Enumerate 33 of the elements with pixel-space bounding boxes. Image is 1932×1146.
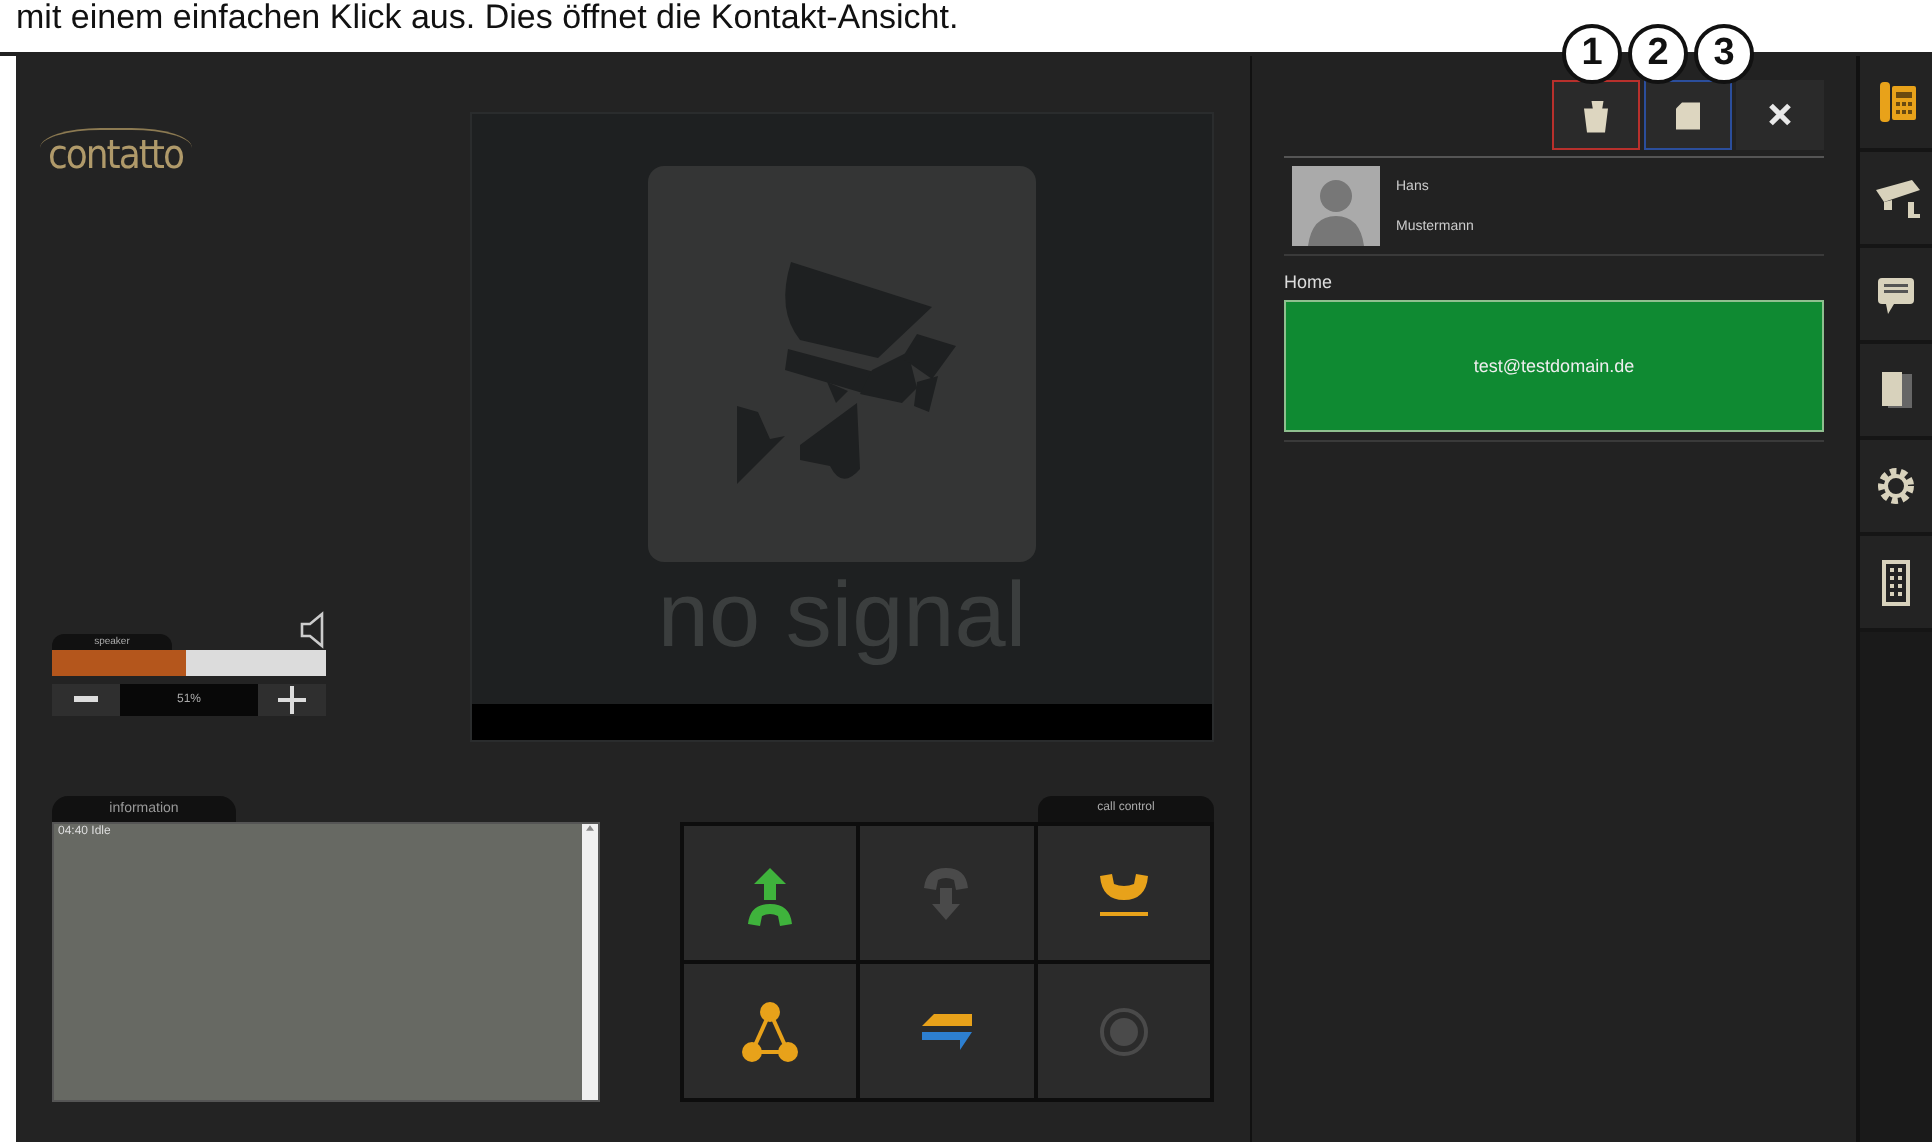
section-label: Home bbox=[1284, 272, 1335, 292]
scroll-up-icon bbox=[586, 824, 594, 832]
speaker-icon bbox=[298, 610, 326, 650]
triangle-nodes-button[interactable] bbox=[684, 964, 857, 1098]
speech-bubble-tab[interactable] bbox=[1860, 248, 1932, 344]
caption-text: mit einem einfachen Klick aus. Dies öffnet die Kontakt-Ansicht. bbox=[16, 0, 959, 36]
phone-hold-button[interactable] bbox=[1037, 826, 1210, 960]
gear-icon bbox=[1872, 462, 1920, 510]
trash-icon bbox=[1578, 95, 1614, 135]
gear-tab[interactable] bbox=[1860, 440, 1932, 536]
callout-number: 3 bbox=[1694, 24, 1754, 84]
callout-number: 2 bbox=[1628, 24, 1688, 84]
email-button[interactable]: test@testdomain.de bbox=[1284, 300, 1824, 432]
security-camera-tab[interactable] bbox=[1860, 152, 1932, 248]
close-button[interactable] bbox=[1736, 80, 1824, 150]
volume-slider[interactable] bbox=[52, 650, 326, 676]
phone-pickup-button[interactable] bbox=[684, 826, 857, 960]
plus-icon bbox=[278, 686, 306, 714]
callout-number: 1 bbox=[1562, 24, 1622, 84]
scrollbar[interactable] bbox=[582, 824, 598, 1100]
documents-tab[interactable] bbox=[1860, 344, 1932, 440]
security-camera-icon bbox=[1872, 174, 1920, 222]
logo: contatto bbox=[40, 128, 191, 178]
phone-tab[interactable] bbox=[1860, 56, 1932, 152]
document-button[interactable] bbox=[1644, 80, 1732, 150]
trash-button[interactable] bbox=[1552, 80, 1640, 150]
triangle-nodes-icon bbox=[742, 997, 799, 1065]
avatar-icon bbox=[1292, 166, 1380, 246]
keypad-tab[interactable] bbox=[1860, 536, 1932, 632]
volume-up-button[interactable] bbox=[258, 684, 326, 716]
minus-icon bbox=[74, 696, 98, 704]
volume-down-button[interactable] bbox=[52, 684, 120, 716]
swap-arrows-button[interactable] bbox=[860, 964, 1034, 1098]
